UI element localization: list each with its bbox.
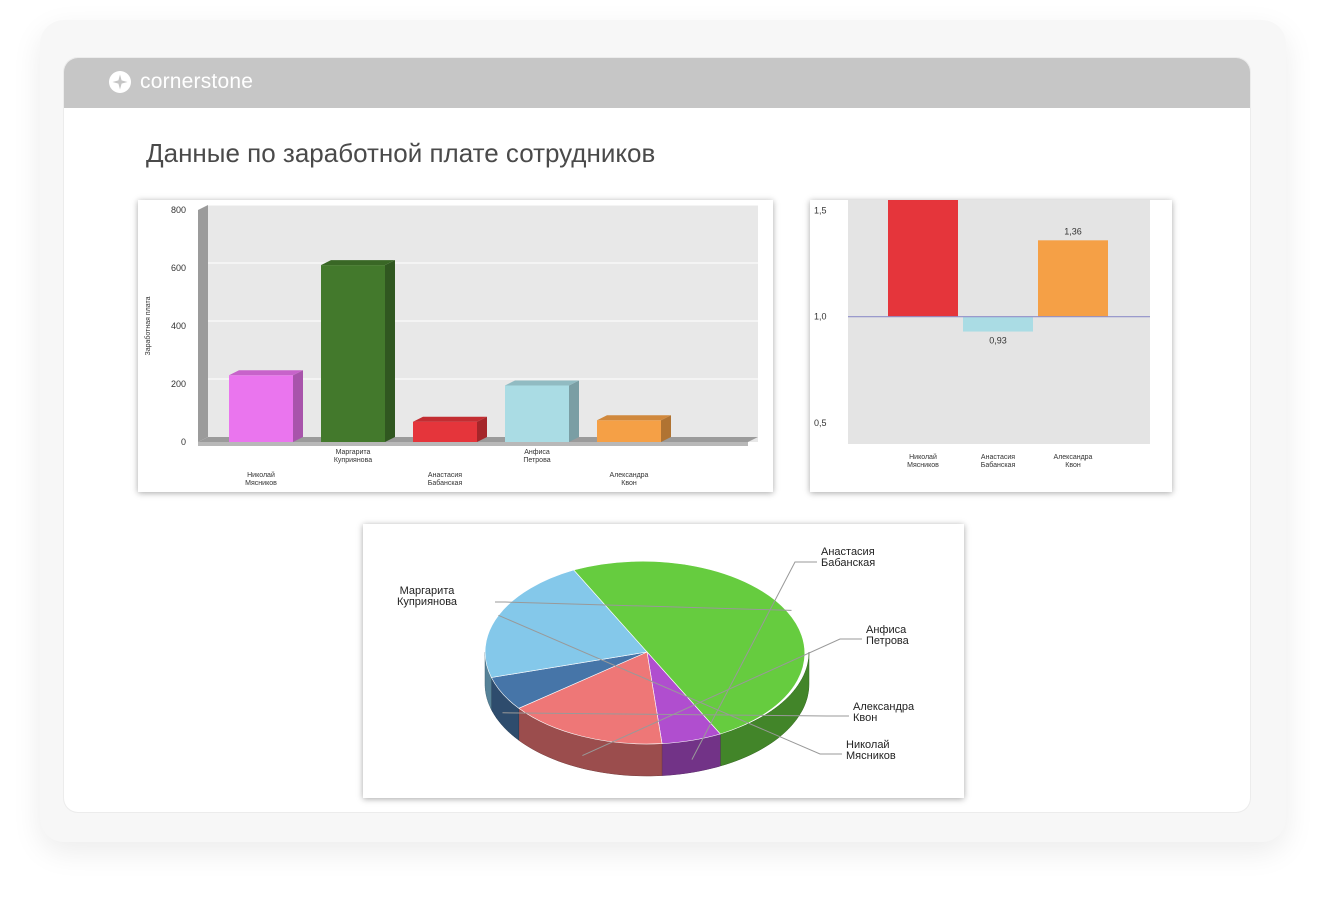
brand-logo[interactable]: cornerstone bbox=[108, 70, 253, 94]
bar-side bbox=[293, 370, 303, 442]
bar bbox=[1038, 240, 1108, 317]
page-title: Данные по заработной плате сотрудников bbox=[146, 138, 656, 168]
plot-floor-edge bbox=[198, 442, 748, 446]
plot-side-wall bbox=[198, 205, 208, 442]
bar bbox=[597, 420, 661, 442]
bar bbox=[229, 375, 293, 442]
bar bbox=[888, 200, 958, 317]
x-category-label: Анастасия Бабанская bbox=[981, 454, 1016, 469]
x-category-label: Маргарита Куприянова bbox=[334, 449, 372, 464]
pie-slice-label: Александра Квон bbox=[853, 701, 915, 724]
data-label: 1,36 bbox=[1064, 226, 1082, 236]
title-bar: cornerstone bbox=[64, 58, 1250, 108]
salary-bar-chart-card: 0 200 400 600 800 Заработная плата Николай Мясн… bbox=[138, 200, 773, 492]
bar bbox=[321, 265, 385, 442]
bar-top bbox=[321, 260, 395, 266]
bar-side bbox=[569, 380, 579, 442]
pie-slice-label: Маргарита Куприянова bbox=[397, 585, 458, 608]
y-axis-label: Заработная плата bbox=[144, 296, 152, 355]
y-tick-label: 1,5 bbox=[814, 206, 827, 216]
x-category-label: Николай Мясников bbox=[907, 453, 939, 469]
y-tick-label: 0,5 bbox=[814, 418, 827, 428]
bar-top bbox=[505, 380, 579, 386]
cornerstone-logo-icon bbox=[109, 71, 131, 93]
y-tick-label: 1,0 bbox=[814, 312, 827, 322]
pie-slice-label: Анфиса Петрова bbox=[866, 624, 910, 647]
y-tick-label: 600 bbox=[171, 263, 186, 273]
presentation-window: cornerstone Данные по заработной плате с… bbox=[64, 58, 1250, 812]
bar-top bbox=[413, 416, 487, 422]
y-tick-label: 200 bbox=[171, 379, 186, 389]
bar bbox=[505, 385, 569, 442]
x-category-label: Николай Мясников bbox=[245, 471, 277, 487]
y-tick-label: 0 bbox=[181, 437, 186, 447]
salary-pie-chart-card: Маргарита Куприянова Анастасия Бабанская Анф… bbox=[363, 524, 964, 798]
bar bbox=[963, 316, 1033, 332]
pie-slice-label: Анастасия Бабанская bbox=[821, 546, 875, 569]
y-tick-label: 400 bbox=[171, 321, 186, 331]
bar-top bbox=[229, 370, 303, 376]
x-category-label: Александра Квон bbox=[610, 472, 649, 487]
y-tick-label: 800 bbox=[171, 205, 186, 215]
ratio-bar-chart-card: 1,5 1,0 0,5 Николай Мясников 0,93 Анастасия Баб… bbox=[810, 200, 1172, 492]
brand-name: cornerstone bbox=[140, 70, 254, 93]
salary-pie-chart: Маргарита Куприянова Анастасия Бабанская Анф… bbox=[397, 546, 915, 777]
pie-slice-label: Николай Мясников bbox=[846, 739, 896, 762]
ratio-bar-chart: 1,5 1,0 0,5 Николай Мясников 0,93 Анастасия Баб… bbox=[814, 200, 1150, 469]
bar-top bbox=[597, 415, 671, 421]
x-category-label: Анфиса Петрова bbox=[523, 449, 550, 464]
data-label: 0,93 bbox=[989, 336, 1007, 346]
salary-bar-chart: 0 200 400 600 800 Заработная плата Николай Мясн… bbox=[144, 204, 758, 487]
bar-side bbox=[385, 260, 395, 442]
x-category-label: Анастасия Бабанская bbox=[428, 472, 463, 487]
bar bbox=[413, 421, 477, 442]
x-category-label: Александра Квон bbox=[1054, 454, 1093, 469]
